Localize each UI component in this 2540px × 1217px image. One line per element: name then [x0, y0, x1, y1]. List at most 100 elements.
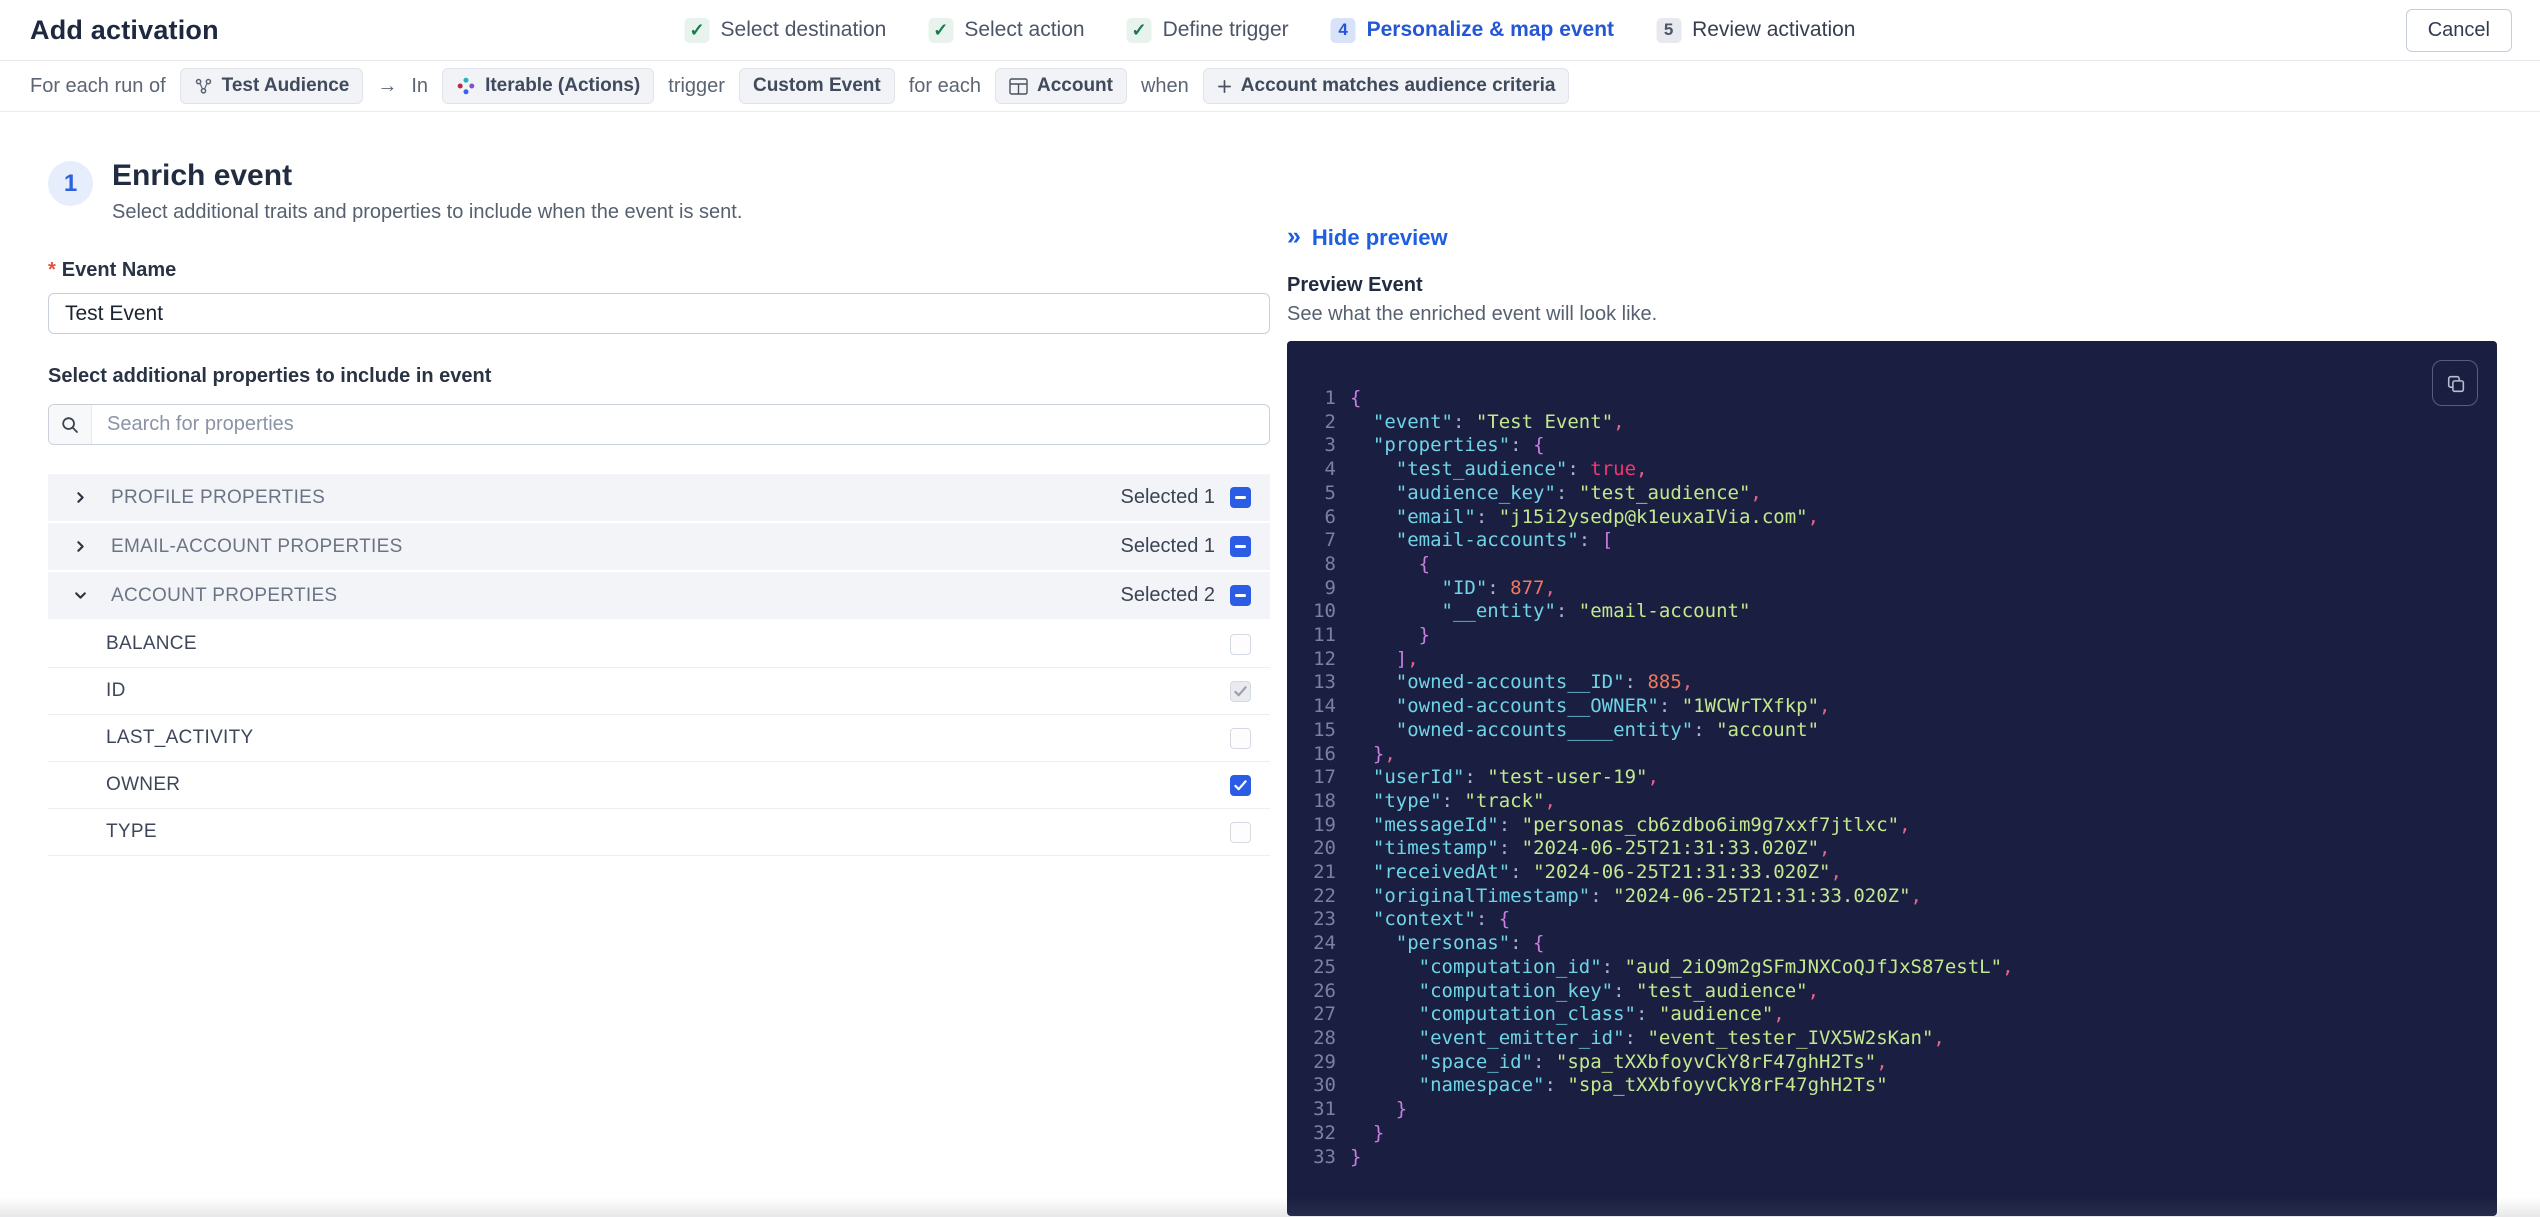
section-profile-properties[interactable]: PROFILE PROPERTIES Selected 1 [48, 474, 1270, 521]
properties-label: Select additional properties to include … [48, 365, 492, 387]
property-label: LAST_ACTIVITY [106, 727, 254, 748]
property-row-balance: BALANCE [48, 621, 1270, 668]
code-line: 31 } [1287, 1098, 2497, 1122]
search-input[interactable] [92, 405, 1269, 444]
copy-button[interactable] [2432, 360, 2478, 406]
property-label: ID [106, 680, 126, 701]
code-line: 7 "email-accounts": [ [1287, 529, 2497, 553]
property-label: BALANCE [106, 633, 197, 654]
step-number-badge: 4 [1330, 17, 1356, 43]
event-name-label: * Event Name [48, 259, 177, 281]
code-text: "event_emitter_id": "event_tester_IVX5W2… [1418, 1026, 1945, 1049]
step-select-action[interactable]: ✓ Select action [928, 17, 1085, 43]
line-number: 17 [1313, 766, 1336, 789]
line-number: 33 [1313, 1145, 1336, 1168]
section-label: ACCOUNT PROPERTIES [111, 584, 338, 606]
chevron-right-icon [73, 539, 89, 554]
property-row-owner: OWNER [48, 762, 1270, 809]
step-select-destination[interactable]: ✓ Select destination [684, 17, 886, 43]
code-line: 26 "computation_key": "test_audience", [1287, 980, 2497, 1004]
code-line: 19 "messageId": "personas_cb6zdbo6im9g7x… [1287, 814, 2497, 838]
selected-count: Selected 1 [1120, 535, 1215, 557]
line-number: 28 [1313, 1026, 1336, 1049]
code-line: 14 "owned-accounts__OWNER": "1WCWrTXfkp"… [1287, 695, 2497, 719]
context-chip-account[interactable]: Account [994, 68, 1127, 104]
enrich-title: Enrich event [112, 159, 293, 192]
code-text: } [1395, 1098, 1408, 1121]
page-title: Add activation [30, 14, 219, 45]
line-number: 27 [1313, 1003, 1336, 1026]
app-header: Add activation ✓ Select destination ✓ Selec… [0, 0, 2540, 61]
section-checkbox-indeterminate[interactable] [1230, 536, 1251, 557]
line-number: 30 [1313, 1074, 1336, 1097]
code-text: "ID": 877, [1441, 576, 1556, 599]
section-checkbox-indeterminate[interactable] [1230, 487, 1251, 508]
context-chip-test-audience[interactable]: Test Audience [179, 68, 364, 104]
code-text: "originalTimestamp": "2024-06-25T21:31:3… [1372, 884, 1922, 907]
required-marker: * [48, 259, 56, 281]
step-review-activation[interactable]: 5 Review activation [1656, 17, 1855, 43]
property-row-type: TYPE [48, 809, 1270, 856]
step-circle: 1 [48, 161, 93, 206]
cancel-button[interactable]: Cancel [2405, 8, 2512, 52]
line-number: 11 [1313, 624, 1336, 647]
chip-label: Iterable (Actions) [485, 75, 641, 96]
context-chip-iterable-actions[interactable]: Iterable (Actions) [442, 68, 655, 104]
step-personalize-map-event[interactable]: 4 Personalize & map event [1330, 17, 1615, 43]
code-text: "email": "j15i2ysedp@k1euxaIVia.com", [1395, 505, 1820, 528]
code-line: 20 "timestamp": "2024-06-25T21:31:33.020… [1287, 837, 2497, 861]
enrich-header: 1 Enrich event Select additional traits … [48, 159, 1270, 224]
code-text: "computation_class": "audience", [1418, 1003, 1785, 1026]
selected-count: Selected 1 [1120, 486, 1215, 508]
code-text: "test_audience": true, [1395, 458, 1648, 481]
hide-preview-button[interactable]: » Hide preview [1287, 224, 1448, 252]
code-line: 3 "properties": { [1287, 434, 2497, 458]
property-checkbox-unchecked[interactable] [1230, 821, 1251, 843]
step-label: Personalize & map event [1366, 18, 1615, 41]
properties-list: PROFILE PROPERTIES Selected 1 EMAIL-ACCOUN… [48, 474, 1270, 856]
check-icon: ✓ [928, 17, 954, 43]
property-checkbox-unchecked[interactable] [1230, 727, 1251, 749]
code-line: 24 "personas": { [1287, 932, 2497, 956]
code-line: 30 "namespace": "spa_tXXbfoyvCkY8rF47ghH… [1287, 1074, 2497, 1098]
code-text: "event": "Test Event", [1372, 410, 1625, 433]
code-line: 11 } [1287, 624, 2497, 648]
context-chip-custom-event[interactable]: Custom Event [738, 68, 895, 104]
line-number: 6 [1324, 505, 1336, 528]
property-checkbox-checked[interactable] [1230, 774, 1251, 796]
line-number: 19 [1313, 813, 1336, 836]
selected-count: Selected 2 [1120, 584, 1215, 606]
section-email-account-properties[interactable]: EMAIL-ACCOUNT PROPERTIES Selected 1 [48, 523, 1270, 570]
context-text: for each [908, 74, 981, 97]
section-label: PROFILE PROPERTIES [111, 486, 326, 508]
code-text: { [1350, 387, 1362, 409]
context-chip-account-matches-audience-criteria[interactable]: Account matches audience criteria [1202, 68, 1570, 104]
audience-icon [194, 77, 213, 96]
line-number: 10 [1313, 600, 1336, 623]
code-text: "email-accounts": [ [1395, 529, 1614, 552]
chevron-right-icon [73, 490, 89, 505]
step-define-trigger[interactable]: ✓ Define trigger [1126, 17, 1289, 43]
preview-code-panel[interactable]: 1{2 "event": "Test Event", 3 "properties"… [1287, 341, 2497, 1216]
event-name-input[interactable] [48, 293, 1270, 334]
chip-label: Custom Event [752, 75, 881, 96]
context-bar: For each run of Test Audience → In Iterable … [0, 61, 2540, 112]
code-text: } [1372, 1121, 1385, 1144]
line-number: 18 [1313, 789, 1336, 812]
section-checkbox-indeterminate[interactable] [1230, 585, 1251, 606]
code-line: 13 "owned-accounts__ID": 885, [1287, 671, 2497, 695]
code-text: { [1418, 552, 1431, 575]
property-checkbox-unchecked[interactable] [1230, 633, 1251, 655]
code-line: 18 "type": "track", [1287, 790, 2497, 814]
code-text: "receivedAt": "2024-06-25T21:31:33.020Z"… [1372, 861, 1842, 884]
line-number: 3 [1324, 434, 1336, 457]
section-account-properties[interactable]: ACCOUNT PROPERTIES Selected 2 [48, 572, 1270, 619]
code-line: 23 "context": { [1287, 908, 2497, 932]
code-lines: 1{2 "event": "Test Event", 3 "properties"… [1287, 341, 2497, 1169]
line-number: 5 [1324, 481, 1336, 504]
check-icon: ✓ [1126, 17, 1152, 43]
code-text: }, [1372, 742, 1396, 765]
step-number-badge: 5 [1656, 17, 1682, 43]
main-content: 1 Enrich event Select additional traits … [0, 112, 2540, 1216]
code-text: "owned-accounts____entity": "account" [1395, 718, 1820, 741]
